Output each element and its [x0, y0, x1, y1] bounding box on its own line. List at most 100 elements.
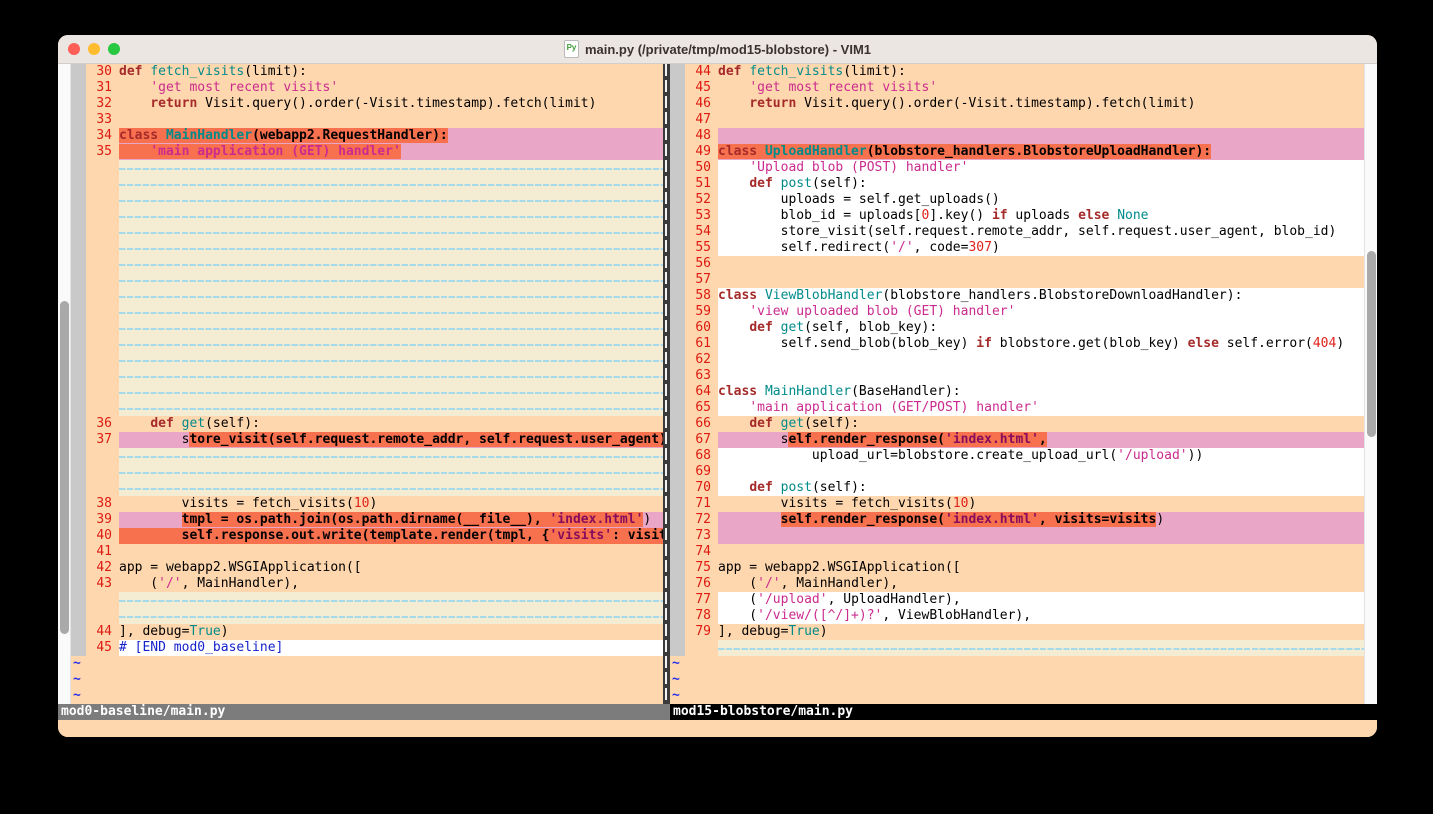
code-line[interactable]: 44def fetch_visits(limit): — [670, 64, 1364, 80]
code-line[interactable]: 61 self.send_blob(blob_key) if blobstore… — [670, 336, 1364, 352]
code-line[interactable]: 64class MainHandler(BaseHandler): — [670, 384, 1364, 400]
code-line[interactable]: 35 'main application (GET) handler' — [71, 144, 663, 160]
code-line[interactable]: 34class MainHandler(webapp2.RequestHandl… — [71, 128, 663, 144]
code-line[interactable]: 66 def get(self): — [670, 416, 1364, 432]
code-line[interactable]: 70 def post(self): — [670, 480, 1364, 496]
code-line[interactable]: 62 — [670, 352, 1364, 368]
code-line[interactable]: 43 ('/', MainHandler), — [71, 576, 663, 592]
tilde-line[interactable]: ~ — [71, 672, 663, 688]
filler-line[interactable] — [71, 448, 663, 464]
code-line[interactable]: 71 visits = fetch_visits(10) — [670, 496, 1364, 512]
tilde-line[interactable]: ~ — [670, 656, 1364, 672]
code-line[interactable]: 48 — [670, 128, 1364, 144]
code-line[interactable]: 36 def get(self): — [71, 416, 663, 432]
code-line[interactable]: 44], debug=True) — [71, 624, 663, 640]
filler-line[interactable] — [71, 480, 663, 496]
filler-line[interactable] — [71, 368, 663, 384]
code-line[interactable]: 42app = webapp2.WSGIApplication([ — [71, 560, 663, 576]
code-line[interactable]: 50 'Upload blob (POST) handler' — [670, 160, 1364, 176]
filler-line[interactable] — [71, 320, 663, 336]
filler-line[interactable] — [71, 304, 663, 320]
close-button[interactable] — [68, 43, 80, 55]
code-line[interactable]: 65 'main application (GET/POST) handler' — [670, 400, 1364, 416]
right-scrollbar-thumb[interactable] — [1367, 251, 1376, 437]
right-scrollbar[interactable] — [1364, 64, 1377, 704]
code-line[interactable]: 41 — [71, 544, 663, 560]
code-line[interactable]: 56 — [670, 256, 1364, 272]
filler-line[interactable] — [71, 176, 663, 192]
code-line[interactable]: 78 ('/view/([^/]+)?', ViewBlobHandler), — [670, 608, 1364, 624]
filler-line[interactable] — [71, 336, 663, 352]
right-editor-pane[interactable]: 44def fetch_visits(limit):45 'get most r… — [670, 64, 1364, 704]
code-line[interactable]: 54 store_visit(self.request.remote_addr,… — [670, 224, 1364, 240]
code-segment: s — [718, 432, 788, 447]
line-number — [685, 640, 718, 656]
code-line[interactable]: 45 'get most recent visits' — [670, 80, 1364, 96]
code-line[interactable]: 63 — [670, 368, 1364, 384]
code-line[interactable]: 37 store_visit(self.request.remote_addr,… — [71, 432, 663, 448]
filler-line[interactable] — [71, 256, 663, 272]
code-line[interactable]: 74 — [670, 544, 1364, 560]
code-line[interactable]: 33 — [71, 112, 663, 128]
left-editor-pane[interactable]: 30def fetch_visits(limit):31 'get most r… — [71, 64, 663, 704]
filler-line[interactable] — [71, 608, 663, 624]
code-line[interactable]: 51 def post(self): — [670, 176, 1364, 192]
filler-line[interactable] — [71, 592, 663, 608]
code-text: 'main application (GET) handler' — [119, 144, 663, 160]
code-line[interactable]: 55 self.redirect('/', code=307) — [670, 240, 1364, 256]
code-line[interactable]: 68 upload_url=blobstore.create_upload_ur… — [670, 448, 1364, 464]
code-line[interactable]: 75app = webapp2.WSGIApplication([ — [670, 560, 1364, 576]
filler-line[interactable] — [71, 240, 663, 256]
code-line[interactable]: 69 — [670, 464, 1364, 480]
code-line[interactable]: 73 — [670, 528, 1364, 544]
code-line[interactable]: 45# [END mod0_baseline] — [71, 640, 663, 656]
line-number: 70 — [685, 480, 718, 496]
right-status-bar[interactable]: mod15-blobstore/main.py — [670, 704, 1377, 720]
code-line[interactable]: 52 uploads = self.get_uploads() — [670, 192, 1364, 208]
filler-line[interactable] — [71, 352, 663, 368]
code-line[interactable]: 46 return Visit.query().order(-Visit.tim… — [670, 96, 1364, 112]
tilde-line[interactable]: ~ — [71, 688, 663, 704]
code-text: def fetch_visits(limit): — [119, 64, 663, 80]
filler-line[interactable] — [71, 400, 663, 416]
code-line[interactable]: 47 — [670, 112, 1364, 128]
code-line[interactable]: 67 self.render_response('index.html', — [670, 432, 1364, 448]
code-line[interactable]: 53 blob_id = uploads[0].key() if uploads… — [670, 208, 1364, 224]
code-line[interactable]: 30def fetch_visits(limit): — [71, 64, 663, 80]
code-line[interactable]: 79], debug=True) — [670, 624, 1364, 640]
code-line[interactable]: 32 return Visit.query().order(-Visit.tim… — [71, 96, 663, 112]
filler-line[interactable] — [71, 224, 663, 240]
code-line[interactable]: 49class UploadHandler(blobstore_handlers… — [670, 144, 1364, 160]
minimize-button[interactable] — [88, 43, 100, 55]
code-line[interactable]: 57 — [670, 272, 1364, 288]
code-line[interactable]: 77 ('/upload', UploadHandler), — [670, 592, 1364, 608]
tilde-line[interactable]: ~ — [71, 656, 663, 672]
window-titlebar[interactable]: Py main.py (/private/tmp/mod15-blobstore… — [58, 35, 1377, 64]
filler-line[interactable] — [71, 208, 663, 224]
code-line[interactable]: 76 ('/', MainHandler), — [670, 576, 1364, 592]
code-line[interactable]: 38 visits = fetch_visits(10) — [71, 496, 663, 512]
left-status-bar[interactable]: mod0-baseline/main.py — [58, 704, 670, 720]
filler-line[interactable] — [71, 384, 663, 400]
filler-line[interactable] — [71, 272, 663, 288]
tilde-line[interactable]: ~ — [670, 672, 1364, 688]
code-line[interactable]: 31 'get most recent visits' — [71, 80, 663, 96]
left-scrollbar-thumb[interactable] — [60, 301, 69, 634]
code-line[interactable]: 59 'view uploaded blob (GET) handler' — [670, 304, 1364, 320]
command-line[interactable] — [58, 720, 1377, 737]
left-scrollbar[interactable] — [58, 64, 71, 704]
code-line[interactable]: 39 tmpl = os.path.join(os.path.dirname(_… — [71, 512, 663, 528]
filler-line[interactable] — [71, 464, 663, 480]
filler-line[interactable] — [71, 192, 663, 208]
tilde-line[interactable]: ~ — [670, 688, 1364, 704]
zoom-button[interactable] — [108, 43, 120, 55]
code-line[interactable]: 60 def get(self, blob_key): — [670, 320, 1364, 336]
vertical-split-separator[interactable] — [663, 64, 670, 704]
fold-column — [670, 304, 685, 320]
code-line[interactable]: 40 self.response.out.write(template.rend… — [71, 528, 663, 544]
code-line[interactable]: 58class ViewBlobHandler(blobstore_handle… — [670, 288, 1364, 304]
filler-line[interactable] — [670, 640, 1364, 656]
code-line[interactable]: 72 self.render_response('index.html', vi… — [670, 512, 1364, 528]
filler-line[interactable] — [71, 160, 663, 176]
filler-line[interactable] — [71, 288, 663, 304]
